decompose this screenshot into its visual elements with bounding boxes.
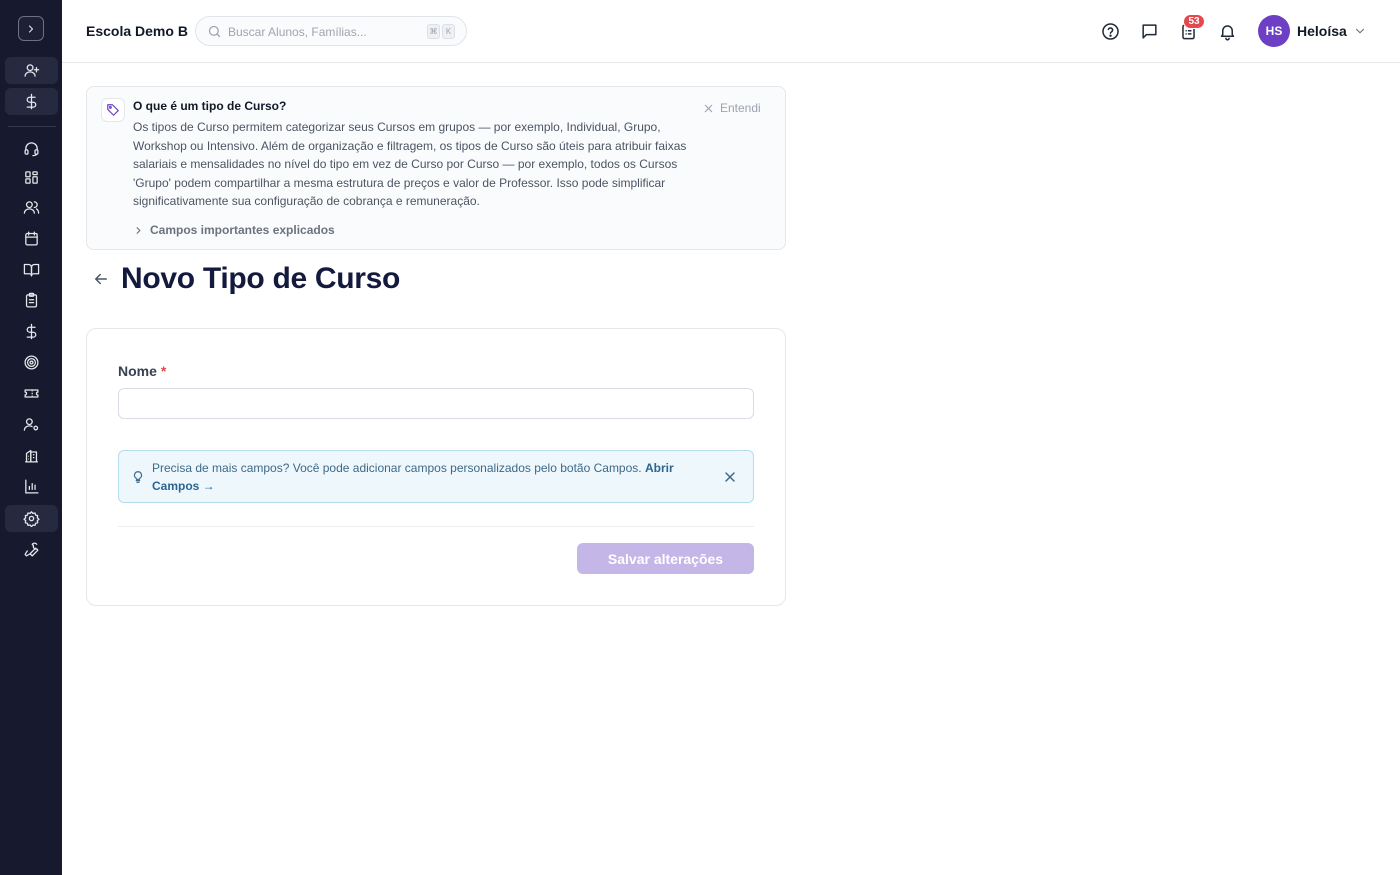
calendar-icon	[25, 231, 38, 246]
sidebar-item-locations[interactable]	[5, 442, 58, 469]
user-avatar[interactable]: HS	[1258, 15, 1290, 47]
ticket-icon	[24, 389, 39, 398]
sidebar-item-goals[interactable]	[5, 349, 58, 376]
sidebar-item-staff[interactable]	[5, 411, 58, 438]
school-name[interactable]: Escola Demo B	[86, 23, 188, 39]
help-circle-icon	[1101, 22, 1119, 40]
name-input[interactable]	[118, 388, 754, 419]
top-bar: Escola Demo B ⌘ K 53 HS Heloísa	[62, 0, 1400, 63]
banner-expand-toggle[interactable]: Campos importantes explicados	[133, 223, 335, 237]
banner-icon-box	[101, 98, 125, 122]
book-open-icon	[23, 263, 40, 277]
sidebar-item-add-student[interactable]	[5, 57, 58, 84]
chevron-right-icon	[28, 24, 34, 33]
sidebar-item-reports[interactable]	[5, 473, 58, 500]
help-button[interactable]	[1100, 21, 1120, 41]
sidebar-item-quick-payment[interactable]	[5, 88, 58, 115]
sidebar-item-people[interactable]	[5, 194, 58, 221]
sidebar	[0, 0, 62, 875]
global-search[interactable]: ⌘ K	[195, 16, 467, 46]
sidebar-divider	[8, 126, 56, 127]
bell-icon	[1220, 24, 1234, 40]
banner-title: O que é um tipo de Curso?	[133, 99, 287, 113]
sidebar-item-tools[interactable]	[5, 536, 58, 563]
target-icon	[24, 355, 39, 370]
search-icon	[208, 25, 221, 38]
building-icon	[25, 449, 38, 463]
wrench-icon	[24, 542, 39, 557]
sidebar-item-courses[interactable]	[5, 256, 58, 283]
banner-dismiss-label: Entendi	[720, 101, 761, 115]
bar-chart-icon	[25, 479, 39, 494]
dollar-icon	[26, 323, 37, 340]
close-icon[interactable]	[722, 469, 738, 485]
required-mark: *	[160, 363, 167, 379]
users-icon	[23, 201, 40, 214]
sidebar-item-support[interactable]	[5, 135, 58, 162]
banner-body: Os tipos de Curso permitem categorizar s…	[133, 120, 687, 209]
course-type-form: Nome * Precisa de mais campos? Você pode …	[86, 328, 786, 606]
lightbulb-icon	[133, 471, 143, 483]
back-arrow-icon[interactable]	[92, 270, 110, 288]
tag-icon	[107, 104, 119, 116]
banner-dismiss-button[interactable]: Entendi	[703, 101, 761, 115]
sidebar-item-calendar[interactable]	[5, 225, 58, 252]
user-cog-icon	[23, 418, 39, 431]
chevron-right-icon	[136, 226, 141, 234]
shortcut-key-k: K	[442, 24, 455, 39]
headset-icon	[24, 142, 39, 157]
sidebar-item-dashboard[interactable]	[5, 164, 58, 191]
sidebar-item-attendance[interactable]	[5, 287, 58, 314]
search-input[interactable]	[228, 23, 418, 41]
message-square-icon	[1141, 23, 1157, 39]
tip-text: Precisa de mais campos? Você pode adicio…	[152, 460, 702, 495]
sidebar-item-tickets[interactable]	[5, 380, 58, 407]
form-divider	[118, 526, 754, 527]
name-label-text: Nome	[118, 363, 157, 379]
chevron-down-icon[interactable]	[1353, 24, 1367, 38]
dashboard-icon	[25, 171, 38, 184]
sidebar-item-billing[interactable]	[5, 318, 58, 345]
sidebar-item-settings[interactable]	[5, 505, 58, 532]
user-plus-icon	[24, 64, 40, 77]
save-changes-button[interactable]: Salvar alterações	[577, 543, 754, 574]
close-icon	[704, 104, 713, 112]
shortcut-key-cmd: ⌘	[427, 24, 440, 39]
settings-icon	[23, 511, 40, 527]
notifications-button[interactable]	[1217, 21, 1237, 41]
clipboard-icon	[25, 292, 38, 308]
custom-fields-tip: Precisa de mais campos? Você pode adicio…	[118, 450, 754, 503]
info-banner: O que é um tipo de Curso? Os tipos de Cu…	[86, 86, 786, 250]
messages-button[interactable]	[1139, 21, 1159, 41]
page-title: Novo Tipo de Curso	[121, 262, 401, 295]
tip-message: Precisa de mais campos? Você pode adicio…	[152, 461, 642, 475]
banner-expand-label: Campos importantes explicados	[150, 223, 335, 237]
dollar-icon	[26, 93, 37, 110]
tasks-count-badge: 53	[1183, 14, 1205, 29]
name-field-label: Nome *	[118, 363, 166, 379]
sidebar-toggle-button[interactable]	[18, 16, 44, 41]
user-name[interactable]: Heloísa	[1297, 23, 1347, 39]
